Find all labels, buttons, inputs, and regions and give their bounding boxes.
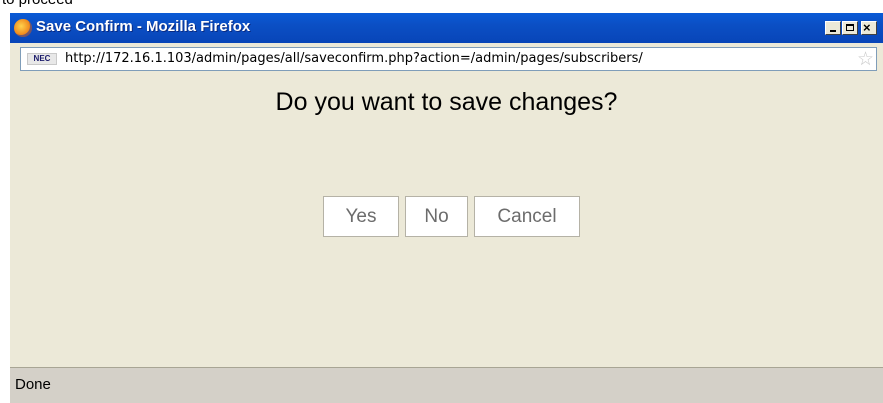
firefox-popup-window: Save Confirm - Mozilla Firefox × NEC htt…: [10, 13, 883, 403]
url-field[interactable]: NEC http://172.16.1.103/admin/pages/all/…: [20, 47, 877, 71]
site-icon: NEC: [27, 53, 57, 65]
yes-button[interactable]: Yes: [323, 196, 399, 237]
status-bar: Done: [10, 367, 883, 403]
bookmark-star-icon[interactable]: ☆: [857, 48, 874, 70]
firefox-icon: [14, 19, 32, 37]
background-text-strip: to proceed: [0, 0, 883, 13]
minimize-icon: [830, 30, 836, 32]
close-icon: ×: [863, 20, 871, 35]
minimize-button[interactable]: [825, 21, 841, 35]
no-button[interactable]: No: [405, 196, 468, 237]
maximize-button[interactable]: [842, 21, 858, 35]
url-text[interactable]: http://172.16.1.103/admin/pages/all/save…: [65, 51, 850, 66]
maximize-icon: [846, 24, 854, 31]
close-button[interactable]: ×: [861, 20, 877, 35]
background-text-fragment: to proceed: [2, 0, 73, 8]
status-text: Done: [15, 376, 51, 393]
confirm-question: Do you want to save changes?: [275, 88, 618, 116]
window-title: Save Confirm - Mozilla Firefox: [36, 18, 251, 35]
cancel-button[interactable]: Cancel: [474, 196, 580, 237]
title-bar[interactable]: Save Confirm - Mozilla Firefox ×: [10, 13, 883, 43]
location-bar: NEC http://172.16.1.103/admin/pages/all/…: [10, 43, 883, 75]
page-content: Do you want to save changes? Yes No Canc…: [10, 75, 883, 367]
